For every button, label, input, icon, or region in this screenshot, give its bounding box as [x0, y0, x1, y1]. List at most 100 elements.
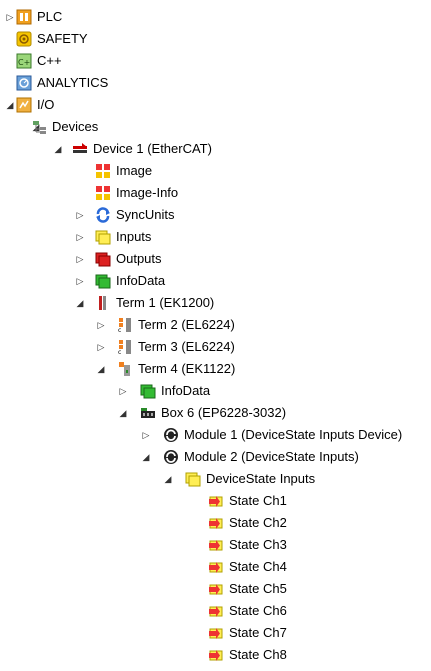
expand-arrow-icon[interactable]: ▷: [95, 336, 107, 358]
tree-item-label: Module 2 (DeviceState Inputs): [184, 449, 359, 464]
tree-item-label: State Ch6: [229, 603, 287, 618]
tree-item-label: State Ch2: [229, 515, 287, 530]
expand-arrow-icon[interactable]: ▷: [4, 6, 16, 28]
syncunits-icon: [95, 207, 111, 223]
tree-item[interactable]: ◢ Term 4 (EK1122): [0, 358, 431, 380]
tree-item-label: State Ch1: [229, 493, 287, 508]
tree-item[interactable]: ▷ Outputs: [0, 248, 431, 270]
image-info-icon: [95, 185, 111, 201]
tree-item-label: Term 2 (EL6224): [138, 317, 235, 332]
junction-terminal-icon: [117, 361, 133, 377]
tree-item-label: Term 3 (EL6224): [138, 339, 235, 354]
ethercat-device-icon: [72, 141, 88, 157]
io-link-terminal-icon: c: [117, 339, 133, 355]
coupler-terminal-icon: [95, 295, 111, 311]
svg-text:C+: C+: [18, 58, 30, 67]
input-variable-icon: [208, 625, 224, 641]
input-variable-icon: [208, 647, 224, 663]
tree-item[interactable]: ▷ Inputs: [0, 226, 431, 248]
outputs-icon: [95, 251, 111, 267]
tree-item-label: InfoData: [116, 273, 166, 288]
infodata-icon: [140, 383, 156, 399]
tree-item[interactable]: ANALYTICS: [0, 72, 431, 94]
module-icon: [163, 427, 179, 443]
tree-item-label: Module 1 (DeviceState Inputs Device): [184, 427, 403, 442]
tree-item[interactable]: State Ch4: [0, 556, 431, 578]
tree-item-label: State Ch3: [229, 537, 287, 552]
safety-icon: [16, 31, 32, 47]
devices-icon: [31, 119, 47, 135]
tree-item[interactable]: Image: [0, 160, 431, 182]
tree-item[interactable]: ◢ Term 1 (EK1200): [0, 292, 431, 314]
input-variable-icon: [208, 581, 224, 597]
tree-item-label: InfoData: [161, 383, 211, 398]
tree-item[interactable]: ◢Devices: [0, 116, 431, 138]
infodata-icon: [95, 273, 111, 289]
tree-item-label: Inputs: [116, 229, 152, 244]
tree-item-label: Devices: [52, 119, 99, 134]
tree-item[interactable]: ▷ c Term 3 (EL6224): [0, 336, 431, 358]
tree-item[interactable]: ◢ I/O: [0, 94, 431, 116]
tree-item[interactable]: ▷ PLC: [0, 6, 431, 28]
tree-item-label: C++: [37, 53, 62, 68]
tree-item[interactable]: State Ch5: [0, 578, 431, 600]
tree-item-label: SAFETY: [37, 31, 88, 46]
tree-item[interactable]: ◢ DeviceState Inputs: [0, 468, 431, 490]
tree-item[interactable]: State Ch1: [0, 490, 431, 512]
expand-arrow-icon[interactable]: ▷: [74, 248, 86, 270]
tree-item[interactable]: ▷ SyncUnits: [0, 204, 431, 226]
expand-arrow-icon[interactable]: ▷: [95, 314, 107, 336]
collapse-arrow-icon[interactable]: ◢: [74, 292, 86, 314]
box-module-icon: [140, 405, 156, 421]
module-icon: [163, 449, 179, 465]
tree-item[interactable]: C+ C++: [0, 50, 431, 72]
tree-item-label: Device 1 (EtherCAT): [93, 141, 212, 156]
tree-item-label: Term 1 (EK1200): [116, 295, 215, 310]
io-icon: [16, 97, 32, 113]
tree-item-label: DeviceState Inputs: [206, 471, 316, 486]
svg-text:c: c: [118, 349, 121, 355]
tree-item[interactable]: State Ch2: [0, 512, 431, 534]
tree-item-label: Image: [116, 163, 153, 178]
expand-arrow-icon[interactable]: ▷: [74, 226, 86, 248]
collapse-arrow-icon[interactable]: ◢: [162, 468, 174, 490]
plc-icon: [16, 9, 32, 25]
collapse-arrow-icon[interactable]: ◢: [117, 402, 129, 424]
tree-item-label: ANALYTICS: [37, 75, 109, 90]
expand-arrow-icon[interactable]: ▷: [140, 424, 152, 446]
tree-item[interactable]: State Ch6: [0, 600, 431, 622]
tree-item-label: Outputs: [116, 251, 162, 266]
collapse-arrow-icon[interactable]: ◢: [95, 358, 107, 380]
tree-item[interactable]: Image-Info: [0, 182, 431, 204]
inputs-icon: [185, 471, 201, 487]
tree-item[interactable]: ▷ Module 1 (DeviceState Inputs Device): [0, 424, 431, 446]
collapse-arrow-icon[interactable]: ◢: [4, 94, 16, 116]
tree-item[interactable]: State Ch8: [0, 644, 431, 666]
tree-item-label: State Ch7: [229, 625, 287, 640]
tree-item[interactable]: SAFETY: [0, 28, 431, 50]
tree-item[interactable]: ◢ Box 6 (EP6228-3032): [0, 402, 431, 424]
tree-item[interactable]: ▷ InfoData: [0, 270, 431, 292]
expand-arrow-icon[interactable]: ▷: [74, 270, 86, 292]
tree-item[interactable]: State Ch7: [0, 622, 431, 644]
tree-item[interactable]: ◢ Device 1 (EtherCAT): [0, 138, 431, 160]
input-variable-icon: [208, 493, 224, 509]
expand-arrow-icon[interactable]: ▷: [117, 380, 129, 402]
tree-item-label: I/O: [37, 97, 55, 112]
tree-item-label: PLC: [37, 9, 63, 24]
tree-item[interactable]: ◢ Module 2 (DeviceState Inputs): [0, 446, 431, 468]
tree-item-label: Term 4 (EK1122): [138, 361, 236, 376]
tree-item-label: SyncUnits: [116, 207, 175, 222]
collapse-arrow-icon[interactable]: ◢: [52, 138, 64, 160]
collapse-arrow-icon[interactable]: ◢: [140, 446, 152, 468]
tree-item[interactable]: ▷ c Term 2 (EL6224): [0, 314, 431, 336]
tree-item-label: State Ch4: [229, 559, 287, 574]
tree-item-label: Image-Info: [116, 185, 179, 200]
tree-item[interactable]: State Ch3: [0, 534, 431, 556]
expand-arrow-icon[interactable]: ▷: [74, 204, 86, 226]
analytics-icon: [16, 75, 32, 91]
input-variable-icon: [208, 559, 224, 575]
io-link-terminal-icon: c: [117, 317, 133, 333]
image-icon: [95, 163, 111, 179]
tree-item[interactable]: ▷ InfoData: [0, 380, 431, 402]
